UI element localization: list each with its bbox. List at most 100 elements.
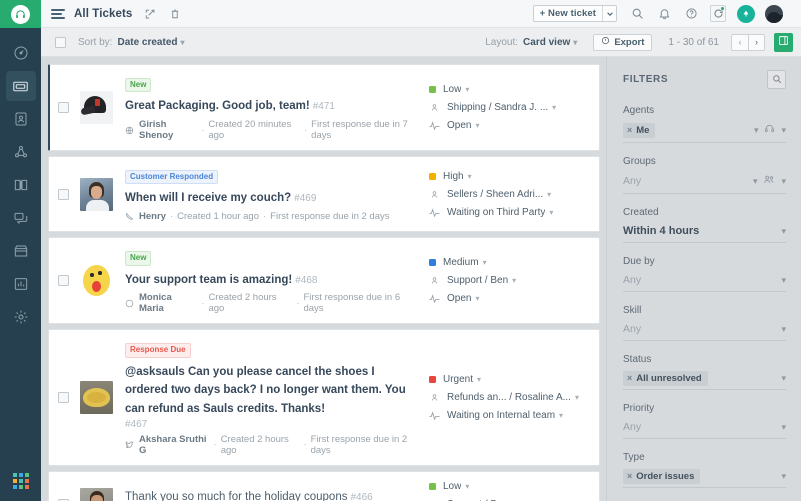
- search-icon[interactable]: [629, 6, 645, 22]
- ticket-title[interactable]: @asksauls Can you please cancel the shoe…: [125, 366, 406, 415]
- chat-icon: [125, 299, 134, 308]
- table-row[interactable]: New Great Packaging. Good job, team!#471…: [48, 64, 600, 151]
- filters-search-button[interactable]: [767, 70, 786, 89]
- sidebar-item-contacts[interactable]: [6, 104, 36, 134]
- chevron-down-icon[interactable]: ▾: [781, 176, 786, 187]
- table-row[interactable]: Customer Responded When will I receive m…: [48, 156, 600, 232]
- skill-filter-control[interactable]: Any ▾: [623, 321, 786, 341]
- app-switcher[interactable]: [0, 473, 41, 489]
- chevron-down-icon[interactable]: ▾: [781, 324, 786, 335]
- trash-icon[interactable]: [169, 8, 181, 20]
- row-checkbox[interactable]: [58, 392, 69, 403]
- assignee-field[interactable]: Shipping / Sandra J. ... ▾: [429, 102, 589, 113]
- sidebar-item-admin[interactable]: [6, 302, 36, 332]
- filter-chip[interactable]: ×Order issues: [623, 469, 700, 484]
- assignee-field[interactable]: Support / Ben ▾: [429, 275, 589, 286]
- sidebar-item-knowledge-base[interactable]: [6, 170, 36, 200]
- priority-field[interactable]: Low ▾: [429, 84, 589, 95]
- assignee-field[interactable]: Refunds an... / Rosaline A... ▾: [429, 392, 589, 403]
- remove-chip-icon[interactable]: ×: [627, 125, 632, 135]
- chevron-down-icon[interactable]: ▾: [781, 422, 786, 433]
- next-page-button[interactable]: ›: [748, 34, 765, 51]
- app-logo[interactable]: [0, 0, 41, 28]
- status-filter-control[interactable]: ×All unresolved ▾: [623, 370, 786, 390]
- priority-field[interactable]: Medium ▾: [429, 257, 589, 268]
- remove-chip-icon[interactable]: ×: [627, 471, 632, 481]
- chevron-down-icon[interactable]: [602, 6, 616, 21]
- status-field[interactable]: Open ▾: [429, 293, 589, 304]
- filter-label: Groups: [623, 156, 786, 167]
- created-filter-control[interactable]: Within 4 hours ▾: [623, 223, 786, 243]
- priority-field[interactable]: Urgent ▾: [429, 374, 589, 385]
- table-row[interactable]: Thank you so much for the holiday coupon…: [48, 471, 600, 501]
- panel-toggle-button[interactable]: [774, 33, 793, 52]
- headset-icon[interactable]: [764, 121, 775, 139]
- chevron-down-icon[interactable]: ▾: [781, 471, 786, 482]
- remove-chip-icon[interactable]: ×: [627, 373, 632, 383]
- bell-icon[interactable]: [656, 6, 672, 22]
- prev-page-button[interactable]: ‹: [731, 34, 748, 51]
- ticket-body: Customer Responded When will I receive m…: [125, 166, 429, 222]
- priority-dot: [429, 86, 436, 93]
- activity-box-icon[interactable]: [710, 6, 726, 22]
- select-all-checkbox[interactable]: [55, 37, 66, 48]
- chevron-down-icon[interactable]: ▾: [781, 226, 786, 237]
- network-icon: [13, 144, 29, 160]
- filter-chip[interactable]: ×Me: [623, 123, 655, 138]
- table-row[interactable]: Response Due @asksauls Can you please ca…: [48, 329, 600, 465]
- chevron-down-icon[interactable]: ▾: [753, 176, 758, 187]
- sidebar-item-social[interactable]: [6, 137, 36, 167]
- filter-group-agents: Agents ×Me ▾ ▾: [623, 105, 786, 143]
- status-field[interactable]: Open ▾: [429, 120, 589, 131]
- hamburger-icon[interactable]: [51, 9, 65, 19]
- chevron-down-icon[interactable]: ▾: [781, 373, 786, 384]
- new-ticket-button[interactable]: + New ticket: [533, 5, 617, 22]
- filter-chip[interactable]: ×All unresolved: [623, 371, 708, 386]
- priority-filter-control[interactable]: Any ▾: [623, 419, 786, 439]
- status-field[interactable]: Waiting on Third Party ▾: [429, 207, 589, 218]
- layout-dropdown[interactable]: Card view▾: [523, 37, 577, 48]
- row-checkbox[interactable]: [58, 275, 69, 286]
- chevron-down-icon: ▾: [549, 208, 553, 217]
- sidebar-item-marketplace[interactable]: [6, 236, 36, 266]
- chevron-down-icon[interactable]: ▾: [781, 275, 786, 286]
- sidebar-item-tickets[interactable]: [6, 71, 36, 101]
- priority-field[interactable]: Low ▾: [429, 481, 589, 492]
- help-icon[interactable]: [683, 6, 699, 22]
- pager-count: 1 - 30 of 61: [668, 37, 719, 48]
- sidebar-item-reports[interactable]: [6, 269, 36, 299]
- export-button[interactable]: Export: [593, 34, 652, 51]
- chevron-down-icon[interactable]: ▾: [781, 125, 786, 136]
- groups-filter-control[interactable]: Any ▾ ▾: [623, 172, 786, 194]
- assignee-field[interactable]: Sellers / Sheen Adri... ▾: [429, 189, 589, 200]
- priority-value: Medium: [443, 257, 479, 268]
- user-avatar[interactable]: [765, 5, 783, 23]
- priority-field[interactable]: High ▾: [429, 171, 589, 182]
- status-field[interactable]: Waiting on Internal team ▾: [429, 410, 589, 421]
- created-time: Created 2 hours ago: [208, 292, 292, 314]
- ticket-title[interactable]: Great Packaging. Good job, team!: [125, 100, 310, 112]
- sort-by-dropdown[interactable]: Date created▾: [117, 37, 184, 48]
- type-filter-control[interactable]: ×Order issues ▾: [623, 468, 786, 488]
- chevron-down-icon[interactable]: ▾: [754, 125, 759, 136]
- row-checkbox[interactable]: [58, 102, 69, 113]
- due-by-filter-control[interactable]: Any ▾: [623, 272, 786, 292]
- avatar: [80, 178, 113, 211]
- agents-filter-control[interactable]: ×Me ▾ ▾: [623, 121, 786, 143]
- table-row[interactable]: New Your support team is amazing!#468 Mo…: [48, 237, 600, 324]
- ticket-title[interactable]: Your support team is amazing!: [125, 274, 292, 286]
- filter-control-right: ▾: [781, 226, 786, 237]
- ticket-title-row: Thank you so much for the holiday coupon…: [125, 487, 419, 501]
- priority-value: Low: [443, 481, 461, 492]
- sidebar-item-dashboard[interactable]: [6, 38, 36, 68]
- sidebar-item-chat[interactable]: [6, 203, 36, 233]
- row-checkbox[interactable]: [58, 189, 69, 200]
- filter-label: Status: [623, 354, 786, 365]
- compose-icon[interactable]: [144, 8, 156, 20]
- filter-label: Priority: [623, 403, 786, 414]
- ticket-title[interactable]: When will I receive my couch?: [125, 192, 291, 204]
- people-icon[interactable]: [763, 172, 775, 190]
- user-avatar-teal[interactable]: [737, 5, 755, 23]
- due-text: First response due in 2 days: [270, 211, 389, 222]
- ticket-title[interactable]: Thank you so much for the holiday coupon…: [125, 491, 347, 501]
